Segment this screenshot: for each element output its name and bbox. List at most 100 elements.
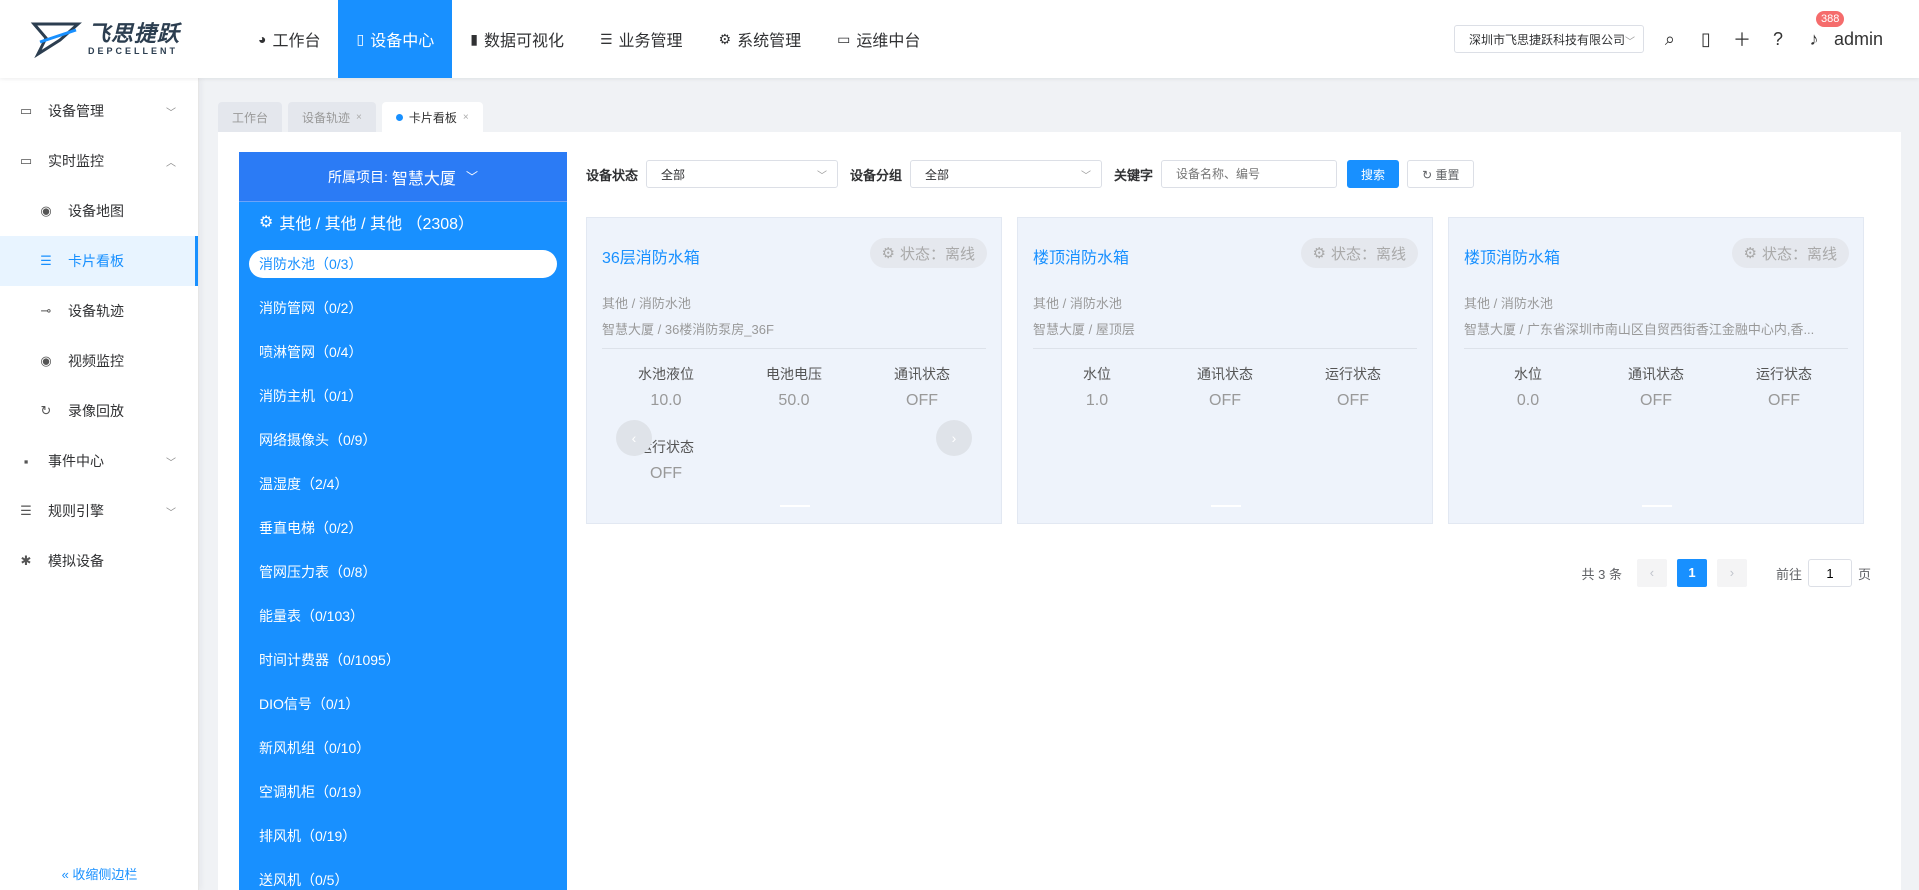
bell-icon[interactable]: ♪ 388 — [1804, 10, 1845, 50]
search-button[interactable]: 搜索 — [1347, 160, 1400, 188]
tree-node[interactable]: DIO信号（0/1） — [249, 682, 557, 726]
tab-workbench[interactable]: 工作台 — [218, 102, 283, 132]
device-card[interactable]: 楼顶消防水箱 ⚙ 状态：离线 其他 / 消防水池 智慧大厦 / 广东省深圳市南山区… — [1448, 217, 1864, 524]
group-filter-select[interactable]: 全部 ﹀ — [910, 160, 1103, 188]
page-number-button[interactable]: 1 — [1676, 559, 1707, 587]
tree-node[interactable]: 消防水池（0/3） — [249, 250, 557, 278]
topnav-label: 设备中心 — [370, 33, 435, 50]
logo-mark-icon — [30, 20, 82, 59]
help-icon[interactable]: ? — [1768, 29, 1788, 50]
chevron-down-icon: ﹀ — [1081, 171, 1092, 182]
user-name[interactable]: admin — [1834, 29, 1883, 50]
sidebar-item-simulated-device[interactable]: ✱ 模拟设备 — [0, 536, 198, 586]
collapse-sidebar-button[interactable]: « 收缩侧边栏 — [0, 864, 199, 890]
status-filter-select[interactable]: 全部 ﹀ — [646, 160, 839, 188]
keyword-input[interactable] — [1161, 160, 1338, 188]
tab-bar: 工作台 设备轨迹 × 卡片看板 × — [218, 102, 489, 132]
tree-node[interactable]: 温湿度（2/4） — [249, 462, 557, 506]
next-page-button[interactable]: › — [1716, 559, 1747, 587]
carousel-indicator[interactable] — [780, 505, 810, 507]
metric-label: 通讯状态 — [1628, 366, 1684, 382]
tree-root[interactable]: ⚙ 其他 / 其他 / 其他 （2308） — [239, 202, 567, 242]
metric-value: OFF — [1209, 392, 1241, 409]
status-text: 状态：离线 — [899, 245, 975, 263]
sidebar-item-device-map[interactable]: ◉ 设备地图 — [0, 186, 198, 236]
sidebar-item-realtime-monitor[interactable]: ▭ 实时监控 ︿ — [0, 136, 198, 186]
metric: 水池液位 10.0 — [602, 364, 730, 410]
mobile-icon[interactable]: ▯ — [1696, 29, 1716, 50]
tree-node[interactable]: 消防主机（0/1） — [249, 374, 557, 418]
globe-icon: ◉ — [40, 353, 52, 368]
tree-node[interactable]: 喷淋管网（0/4） — [249, 330, 557, 374]
sidebar-item-card-board[interactable]: ☰ 卡片看板 — [0, 236, 198, 286]
tree-node[interactable]: 空调机柜（0/19） — [249, 770, 557, 814]
monitor-icon: ▭ — [837, 30, 851, 47]
goto-page-input[interactable] — [1807, 559, 1852, 587]
tree-node[interactable]: 管网压力表（0/8） — [249, 550, 557, 594]
tree-node[interactable]: 能量表（0/103） — [249, 594, 557, 638]
topnav-business[interactable]: ☰ 业务管理 — [582, 0, 701, 78]
pagination-total: 共 3 条 — [1581, 566, 1622, 582]
sidebar-item-label: 模拟设备 — [48, 553, 104, 569]
plus-icon[interactable]: ＋ — [1732, 26, 1752, 52]
carousel-indicator[interactable] — [1642, 505, 1672, 507]
tree-node[interactable]: 排风机（0/19） — [249, 814, 557, 858]
carousel-prev-button[interactable]: ‹ — [616, 420, 652, 456]
dashboard-icon: ◕ — [258, 31, 267, 47]
metric-value: 50.0 — [778, 392, 810, 409]
message-icon: ▪ — [23, 453, 29, 469]
tree-node[interactable]: 时间计费器（0/1095） — [249, 638, 557, 682]
collapse-label: 收缩侧边栏 — [72, 867, 138, 882]
tree-node[interactable]: 垂直电梯（0/2） — [249, 506, 557, 550]
metric: 通讯状态 OFF — [858, 364, 986, 410]
sidebar-item-video-monitor[interactable]: ◉ 视频监控 — [0, 336, 198, 386]
globe-icon: ◉ — [40, 203, 52, 218]
sidebar: ▭ 设备管理 ﹀ ▭ 实时监控 ︿ ◉ 设备地图 ☰ 卡片看板 ⊸ 设备轨迹 ◉ 视频监控 ↻ 录… — [0, 78, 199, 890]
sidebar-item-device-track[interactable]: ⊸ 设备轨迹 — [0, 286, 198, 336]
tree-node[interactable]: 消防管网（0/2） — [249, 286, 557, 330]
card-title[interactable]: 楼顶消防水箱 — [1033, 244, 1129, 268]
close-icon[interactable]: × — [356, 112, 362, 123]
tab-device-track[interactable]: 设备轨迹 × — [288, 102, 376, 132]
card-category: 其他 / 消防水池 — [602, 296, 691, 311]
tree-node[interactable]: 送风机（0/5） — [249, 858, 557, 890]
prev-page-button[interactable]: ‹ — [1636, 559, 1667, 587]
topnav-workbench[interactable]: ◕ 工作台 — [240, 0, 338, 78]
tree-node[interactable]: 网络摄像头（0/9） — [249, 418, 557, 462]
tab-label: 卡片看板 — [408, 110, 457, 125]
tab-card-board[interactable]: 卡片看板 × — [381, 102, 483, 132]
card-title[interactable]: 楼顶消防水箱 — [1464, 244, 1560, 268]
tree-node[interactable]: 新风机组（0/10） — [249, 726, 557, 770]
reset-button[interactable]: ↻ 重置 — [1407, 160, 1475, 188]
sidebar-item-device-management[interactable]: ▭ 设备管理 ﹀ — [0, 86, 198, 136]
sidebar-item-event-center[interactable]: ▪ 事件中心 ﹀ — [0, 436, 198, 486]
topnav-system[interactable]: ⚙ 系统管理 — [701, 0, 820, 78]
device-card[interactable]: 36层消防水箱 ⚙ 状态：离线 其他 / 消防水池 智慧大厦 / 36楼消防泵房_… — [586, 217, 1002, 524]
company-select[interactable]: 深圳市飞思捷跃科技有限公司 ﹀ — [1453, 25, 1644, 53]
metric-label: 运行状态 — [1756, 366, 1812, 382]
metric-value: OFF — [1337, 392, 1369, 409]
close-icon[interactable]: × — [463, 112, 469, 123]
device-card[interactable]: 楼顶消防水箱 ⚙ 状态：离线 其他 / 消防水池 智慧大厦 / 屋顶层 水位 1.0… — [1017, 217, 1433, 524]
project-select[interactable]: 所属项目: 智慧大厦 ﹀ — [239, 152, 567, 202]
metric-label: 水池液位 — [638, 366, 694, 382]
card-category: 其他 / 消防水池 — [1464, 296, 1553, 311]
chevron-down-icon: ﹀ — [166, 457, 176, 469]
status-badge: ⚙ 状态：离线 — [1300, 238, 1418, 268]
sidebar-item-playback[interactable]: ↻ 录像回放 — [0, 386, 198, 436]
logo[interactable]: 飞思捷跃 DEPCELLENT — [0, 0, 200, 78]
topnav-data-visualization[interactable]: ▮ 数据可视化 — [452, 0, 582, 78]
status-text: 状态：离线 — [1330, 245, 1406, 263]
search-icon[interactable]: ⌕ — [1660, 29, 1680, 50]
sidebar-item-rule-engine[interactable]: ☰ 规则引擎 ﹀ — [0, 486, 198, 536]
gear-icon: ⚙ — [881, 245, 895, 262]
mobile-icon: ▯ — [356, 30, 365, 47]
track-icon: ⊸ — [40, 303, 52, 318]
topnav-ops[interactable]: ▭ 运维中台 — [819, 0, 938, 78]
card-title[interactable]: 36层消防水箱 — [602, 244, 700, 268]
tree-node-list: 消防水池（0/3） 消防管网（0/2） 喷淋管网（0/4） 消防主机（0/1） … — [239, 250, 567, 890]
metric-label: 电池电压 — [766, 366, 822, 382]
carousel-next-button[interactable]: › — [936, 420, 972, 456]
topnav-device-center[interactable]: ▯ 设备中心 — [338, 0, 453, 78]
carousel-indicator[interactable] — [1211, 505, 1241, 507]
